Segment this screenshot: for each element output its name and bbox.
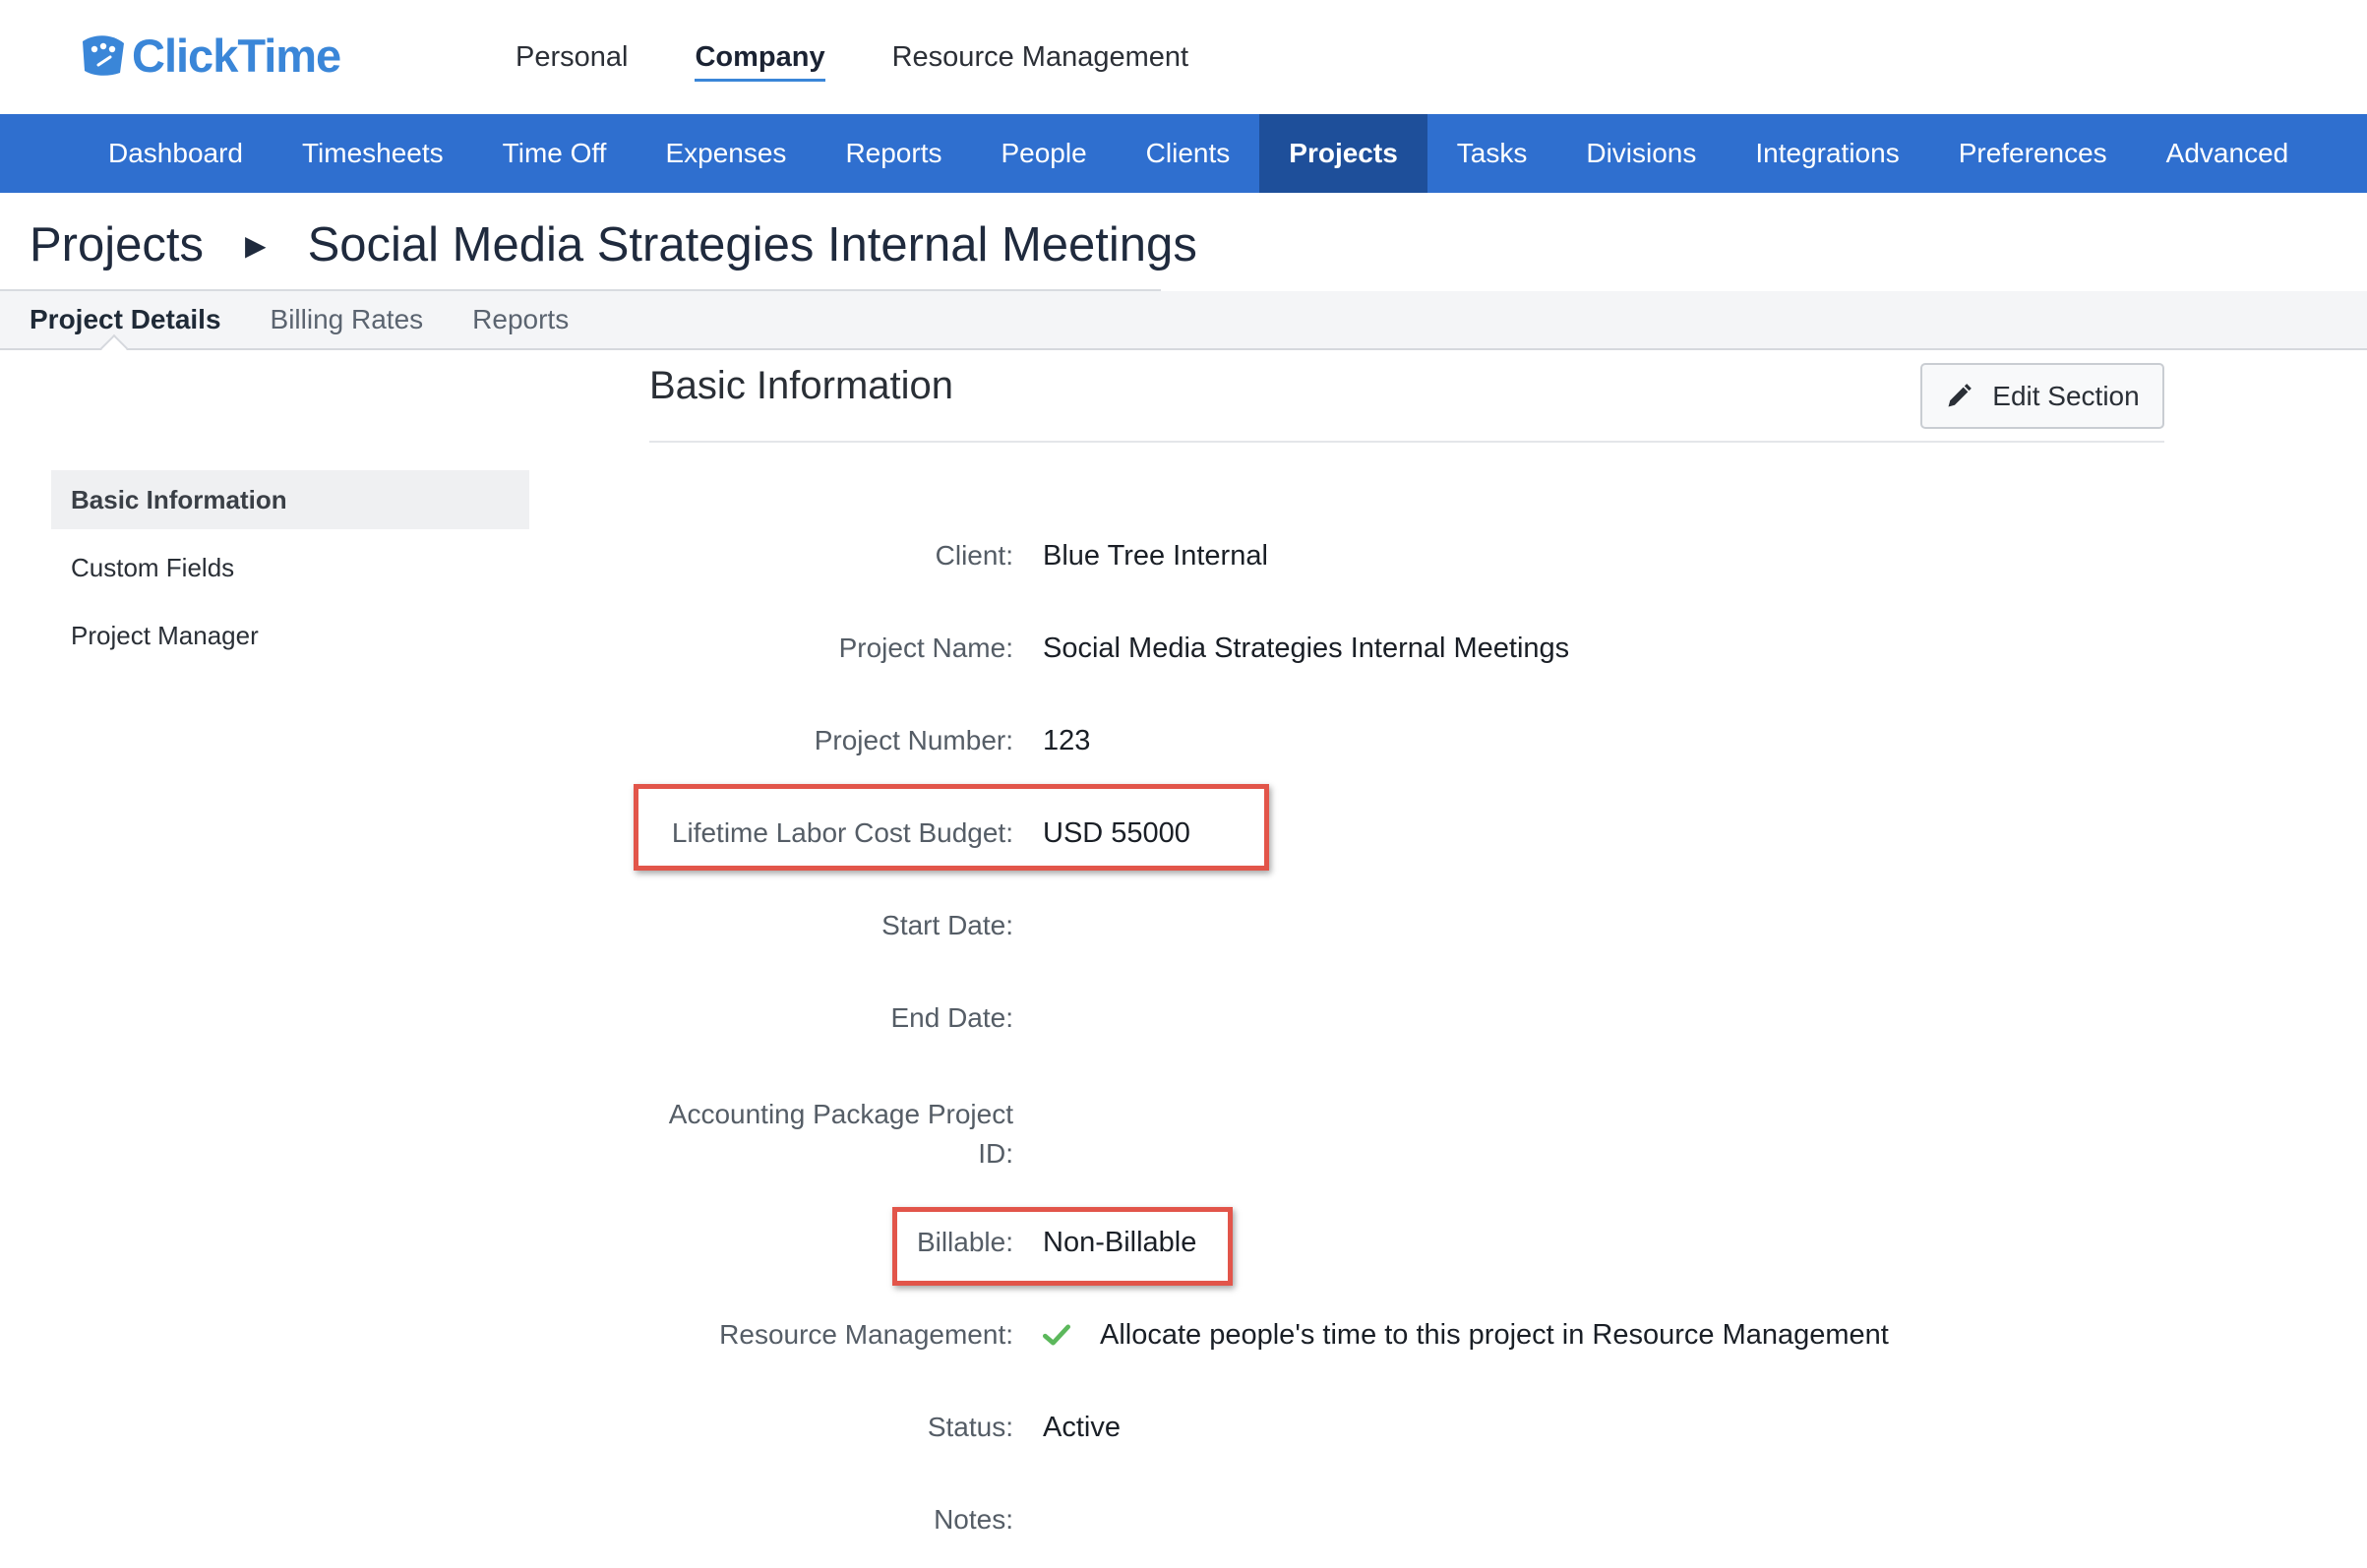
nav-clients[interactable]: Clients (1117, 114, 1260, 193)
nav-tasks[interactable]: Tasks (1427, 114, 1557, 193)
end-date-label: End Date: (890, 1002, 1013, 1033)
nav-advanced[interactable]: Advanced (2137, 114, 2319, 193)
top-tab-resource-management[interactable]: Resource Management (892, 0, 1188, 114)
field-accounting-id: Accounting Package Project ID: (649, 1090, 2125, 1178)
edit-section-label: Edit Section (1992, 380, 2140, 411)
nav-reports[interactable]: Reports (816, 114, 971, 193)
project-name-label: Project Name: (838, 633, 1013, 663)
field-client: Client: Blue Tree Internal (649, 526, 2125, 585)
clicktime-logo[interactable]: ClickTime (77, 26, 341, 85)
side-item-project-manager[interactable]: Project Manager (51, 606, 529, 665)
breadcrumb-projects-link[interactable]: Projects (30, 217, 204, 272)
nav-preferences[interactable]: Preferences (1929, 114, 2137, 193)
project-number-value: 123 (1043, 724, 1091, 756)
top-header: ClickTime Personal Company Resource Mana… (0, 0, 2367, 114)
field-project-name: Project Name: Social Media Strategies In… (649, 619, 2125, 678)
tab-project-details[interactable]: Project Details (30, 291, 221, 348)
field-status: Status: Active (649, 1398, 2125, 1457)
client-value: Blue Tree Internal (1043, 539, 1268, 572)
field-end-date: End Date: (649, 989, 2125, 1048)
field-notes: Notes: (649, 1490, 2125, 1549)
field-project-number: Project Number: 123 (649, 711, 2125, 770)
status-value: Active (1043, 1411, 1121, 1443)
field-billable: Billable: Non-Billable (649, 1213, 2125, 1272)
field-start-date: Start Date: (649, 896, 2125, 955)
notes-label: Notes: (934, 1504, 1013, 1535)
top-tabs: Personal Company Resource Management (516, 0, 1255, 114)
section-menu: Basic Information Custom Fields Project … (51, 470, 529, 674)
start-date-label: Start Date: (881, 910, 1013, 940)
triangle-right-icon: ▶ (245, 229, 267, 261)
page-title: Social Media Strategies Internal Meeting… (307, 218, 1197, 271)
nav-people[interactable]: People (971, 114, 1116, 193)
nav-timesheets[interactable]: Timesheets (273, 114, 473, 193)
pencil-icon (1948, 383, 1972, 406)
checkmark-icon (1043, 1324, 1070, 1346)
top-tab-company[interactable]: Company (695, 0, 825, 114)
client-label: Client: (935, 540, 1013, 571)
accounting-id-label: Accounting Package Project ID: (668, 1099, 1013, 1169)
nav-time-off[interactable]: Time Off (473, 114, 637, 193)
tab-reports[interactable]: Reports (472, 291, 569, 348)
project-name-value: Social Media Strategies Internal Meeting… (1043, 632, 1570, 664)
nav-integrations[interactable]: Integrations (1726, 114, 1928, 193)
resource-management-text: Allocate people's time to this project i… (1100, 1318, 1889, 1351)
tab-billing-rates[interactable]: Billing Rates (271, 291, 424, 348)
clicktime-logo-icon (83, 35, 124, 76)
sub-tabs: Project Details Billing Rates Reports (0, 291, 2367, 350)
edit-section-button[interactable]: Edit Section (1920, 363, 2164, 429)
breadcrumb: Projects ▶ Social Media Strategies Inter… (30, 211, 1197, 279)
nav-projects[interactable]: Projects (1259, 114, 1427, 193)
main-nav: Dashboard Timesheets Time Off Expenses R… (0, 114, 2367, 193)
status-label: Status: (927, 1412, 1013, 1442)
highlight-labor-budget (634, 784, 1269, 871)
resource-management-label: Resource Management: (719, 1319, 1013, 1350)
section-divider (649, 441, 2164, 443)
field-resource-management: Resource Management: Allocate people's t… (649, 1305, 2125, 1364)
highlight-billable (892, 1207, 1233, 1286)
brand-name: ClickTime (132, 29, 341, 82)
nav-dashboard[interactable]: Dashboard (79, 114, 273, 193)
resource-management-value: Allocate people's time to this project i… (1043, 1305, 1889, 1364)
section-title: Basic Information (649, 364, 954, 407)
project-number-label: Project Number: (814, 725, 1013, 755)
nav-expenses[interactable]: Expenses (636, 114, 816, 193)
side-item-basic-information[interactable]: Basic Information (51, 470, 529, 529)
nav-divisions[interactable]: Divisions (1556, 114, 1726, 193)
top-tab-personal[interactable]: Personal (516, 0, 628, 114)
side-item-custom-fields[interactable]: Custom Fields (51, 538, 529, 597)
